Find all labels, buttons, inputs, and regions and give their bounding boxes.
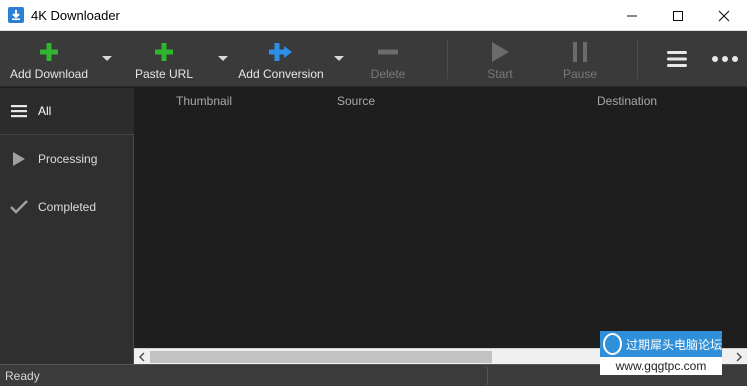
start-button[interactable]: Start [474, 31, 526, 87]
title-bar: 4K Downloader [0, 0, 747, 31]
watermark: 过期犀头电脑论坛 www.gqgtpc.com [600, 331, 722, 375]
watermark-logo-icon [603, 333, 622, 355]
close-icon [718, 10, 730, 21]
toolbar: Add Download Paste URL Add Conversion De… [0, 31, 747, 87]
sidebar: Processing Completed [0, 134, 134, 364]
plus-icon [34, 37, 64, 67]
watermark-banner: 过期犀头电脑论坛 [600, 331, 722, 357]
list-icon [9, 101, 29, 121]
scroll-right-icon[interactable] [731, 349, 747, 365]
toolbar-separator [447, 39, 448, 79]
add-conversion-dropdown-icon[interactable] [333, 55, 345, 63]
sidebar-item-all[interactable]: All [0, 95, 134, 127]
add-download-label: Add Download [9, 67, 89, 81]
more-icon [710, 44, 740, 74]
sidebar-filter-all[interactable]: All [0, 88, 134, 134]
add-download-button[interactable]: Add Download [8, 31, 90, 87]
scrollbar-thumb[interactable] [150, 351, 492, 363]
close-button[interactable] [701, 0, 747, 31]
add-download-dropdown-icon[interactable] [101, 55, 113, 63]
pause-icon [565, 37, 595, 67]
maximize-button[interactable] [655, 0, 701, 31]
menu-icon [662, 44, 692, 74]
scroll-left-icon[interactable] [134, 349, 150, 365]
paste-url-dropdown-icon[interactable] [217, 55, 229, 63]
convert-plus-icon [266, 37, 296, 67]
column-header-thumbnail[interactable]: Thumbnail [176, 94, 232, 108]
minimize-button[interactable] [609, 0, 655, 31]
pause-label: Pause [562, 67, 598, 81]
delete-label: Delete [370, 67, 406, 81]
app-logo-icon [8, 7, 24, 23]
window-title: 4K Downloader [31, 8, 120, 23]
pause-button[interactable]: Pause [555, 31, 605, 87]
play-icon [485, 37, 515, 67]
sidebar-item-completed[interactable]: Completed [0, 191, 134, 223]
play-icon [9, 149, 29, 169]
watermark-url: www.gqgtpc.com [600, 357, 722, 375]
sidebar-item-label: All [38, 104, 52, 118]
minimize-icon [627, 15, 637, 16]
maximize-icon [673, 10, 683, 21]
column-header-destination[interactable]: Destination [597, 94, 657, 108]
add-conversion-button[interactable]: Add Conversion [238, 31, 324, 87]
paste-url-button[interactable]: Paste URL [132, 31, 196, 87]
plus-icon [149, 37, 179, 67]
add-conversion-label: Add Conversion [238, 67, 324, 81]
sidebar-item-label: Completed [38, 200, 97, 214]
status-text: Ready [5, 369, 40, 383]
check-icon [9, 197, 29, 217]
watermark-text: 过期犀头电脑论坛 [625, 337, 722, 352]
paste-url-label: Paste URL [134, 67, 194, 81]
downloads-list[interactable]: Thumbnail Source Destination [134, 88, 747, 348]
delete-button[interactable]: Delete [360, 31, 416, 87]
minus-icon [373, 37, 403, 67]
start-label: Start [487, 67, 513, 81]
sidebar-item-label: Processing [38, 152, 98, 166]
column-header-source[interactable]: Source [337, 94, 375, 108]
more-button[interactable] [708, 31, 742, 87]
menu-button[interactable] [660, 31, 694, 87]
sidebar-item-processing[interactable]: Processing [0, 143, 134, 175]
toolbar-separator [637, 39, 638, 79]
status-separator [487, 367, 488, 385]
